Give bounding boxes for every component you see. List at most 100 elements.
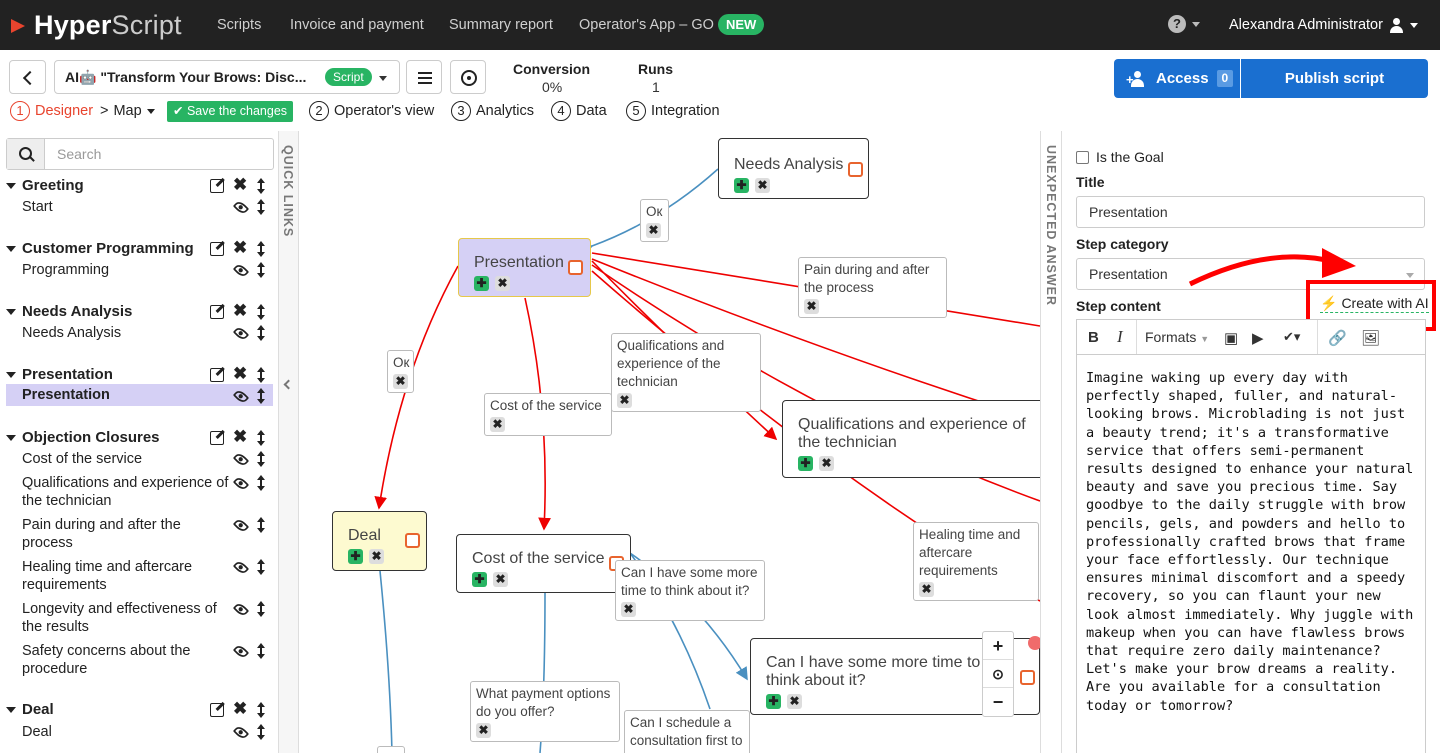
group-greeting[interactable]: Greeting [6, 177, 84, 194]
answer-label-ok[interactable]: Ок ✖ [387, 350, 414, 393]
eye-icon[interactable] [232, 643, 250, 660]
eye-icon[interactable] [232, 451, 250, 468]
script-map-canvas[interactable]: Needs Analysis ✚ ✖ Presentation ✚ ✖ Qual… [300, 131, 1040, 753]
answer-label[interactable] [377, 746, 405, 753]
center-target-button[interactable] [450, 60, 486, 94]
zoom-reset-button[interactable]: ⊙ [983, 660, 1013, 688]
bold-button[interactable]: B [1088, 329, 1099, 346]
node-presentation[interactable]: Presentation ✚ ✖ [458, 238, 591, 297]
add-icon[interactable]: ✚ [474, 276, 489, 291]
sidebar-item-pain[interactable]: Pain during and after the process [22, 516, 202, 552]
group-objection-closures[interactable]: Objection Closures [6, 429, 160, 446]
eye-icon[interactable] [232, 517, 250, 534]
zoom-in-button[interactable]: + [983, 632, 1013, 660]
delete-icon[interactable]: ✖ [393, 374, 408, 389]
delete-icon[interactable]: ✖ [646, 223, 661, 238]
eye-icon[interactable] [232, 262, 250, 279]
move-icon[interactable] [256, 325, 266, 341]
delete-icon[interactable]: ✖ [233, 239, 247, 257]
eye-icon[interactable] [232, 601, 250, 618]
move-icon[interactable] [256, 451, 266, 467]
delete-icon[interactable]: ✖ [476, 723, 491, 738]
logo[interactable]: HyperScript [10, 9, 182, 41]
search-input[interactable] [47, 140, 267, 168]
edit-icon[interactable] [210, 368, 224, 382]
add-icon[interactable]: ✚ [734, 178, 749, 193]
move-icon[interactable] [256, 388, 266, 404]
answer-label-payment[interactable]: What payment options do you offer? ✖ [470, 681, 620, 742]
tab-operators-view[interactable]: 2 Operator's view [309, 101, 434, 121]
publish-script-button[interactable]: Publish script [1241, 59, 1428, 98]
move-icon[interactable] [256, 178, 266, 194]
answer-label-qualifications[interactable]: Qualifications and experience of the tec… [611, 333, 761, 412]
is-goal-checkbox[interactable] [1076, 151, 1089, 164]
delete-icon[interactable]: ✖ [804, 299, 819, 314]
edit-icon[interactable] [210, 703, 224, 717]
sidebar-item-cost[interactable]: Cost of the service [22, 450, 234, 468]
edit-icon[interactable] [210, 305, 224, 319]
delete-icon[interactable]: ✖ [490, 417, 505, 432]
eye-icon[interactable] [232, 559, 250, 576]
move-icon[interactable] [256, 475, 266, 491]
node-deal[interactable]: Deal ✚ ✖ [332, 511, 427, 571]
delete-icon[interactable]: ✖ [369, 549, 384, 564]
sidebar-item-healing[interactable]: Healing time and aftercare requirements [22, 558, 217, 594]
image-icon[interactable]: ▣ [1224, 329, 1238, 347]
sidebar-item-needs-analysis[interactable]: Needs Analysis [22, 324, 234, 342]
media-icon[interactable]: ▶ [1252, 329, 1264, 347]
goal-toggle[interactable] [848, 162, 863, 177]
zoom-out-button[interactable]: − [983, 688, 1013, 716]
move-icon[interactable] [256, 724, 266, 740]
sidebar-item-safety[interactable]: Safety concerns about the procedure [22, 642, 217, 678]
goal-toggle[interactable] [1020, 670, 1035, 685]
help-menu[interactable]: ? [1168, 15, 1200, 33]
back-button[interactable] [9, 60, 46, 94]
answer-label-cost[interactable]: Cost of the service ✖ [484, 393, 612, 436]
delete-icon[interactable]: ✖ [755, 178, 770, 193]
tab-data[interactable]: 4 Data [551, 101, 607, 121]
move-icon[interactable] [256, 517, 266, 533]
move-icon[interactable] [256, 304, 266, 320]
search-icon[interactable] [7, 139, 45, 169]
delete-icon[interactable]: ✖ [787, 694, 802, 709]
sidebar-item-qualifications[interactable]: Qualifications and experience of the tec… [22, 474, 234, 510]
edit-icon[interactable] [210, 242, 224, 256]
save-changes-button[interactable]: ✔ Save the changes [167, 101, 294, 122]
sidebar-item-start[interactable]: Start [22, 198, 234, 216]
nav-operators-app[interactable]: Operator's App – GO [579, 17, 714, 33]
add-icon[interactable]: ✚ [348, 549, 363, 564]
move-icon[interactable] [256, 559, 266, 575]
spellcheck-icon[interactable]: ✔▾ [1283, 329, 1300, 345]
answer-label-schedule[interactable]: Can I schedule a consultation first to [624, 710, 750, 753]
unexpected-answer-panel[interactable]: UNEXPECTED ANSWER [1040, 131, 1062, 753]
move-icon[interactable] [256, 367, 266, 383]
delete-icon[interactable]: ✖ [617, 393, 632, 408]
node-qualifications[interactable]: Qualifications and experience of the tec… [782, 400, 1040, 478]
answer-label-pain[interactable]: Pain during and after the process ✖ [798, 257, 947, 318]
delete-icon[interactable]: ✖ [621, 602, 636, 617]
answer-label-healing[interactable]: Healing time and aftercare requirements … [913, 522, 1039, 601]
eye-icon[interactable] [232, 475, 250, 492]
tab-analytics[interactable]: 3 Analytics [451, 101, 534, 121]
delete-icon[interactable]: ✖ [233, 700, 247, 718]
script-selector[interactable]: AI🤖 "Transform Your Brows: Disc... Scrip… [54, 60, 400, 94]
answer-label-ok[interactable]: Ок ✖ [640, 199, 669, 242]
tab-designer[interactable]: 1 Designer [10, 101, 93, 121]
picture-icon[interactable]: 🖼 [1361, 329, 1380, 347]
sidebar-item-longevity[interactable]: Longevity and effectiveness of the resul… [22, 600, 234, 636]
delete-icon[interactable]: ✖ [819, 456, 834, 471]
delete-icon[interactable]: ✖ [495, 276, 510, 291]
access-button[interactable]: + Access 0 [1114, 59, 1240, 98]
add-icon[interactable]: ✚ [472, 572, 487, 587]
sidebar-item-deal[interactable]: Deal [22, 723, 234, 741]
delete-icon[interactable]: ✖ [233, 302, 247, 320]
move-icon[interactable] [256, 702, 266, 718]
tab-integration[interactable]: 5 Integration [626, 101, 720, 121]
italic-button[interactable]: I [1117, 327, 1123, 347]
add-icon[interactable]: ✚ [766, 694, 781, 709]
sidebar-item-programming[interactable]: Programming [22, 261, 234, 279]
nav-summary-report[interactable]: Summary report [449, 17, 553, 33]
move-icon[interactable] [256, 643, 266, 659]
delete-icon[interactable]: ✖ [233, 428, 247, 446]
move-icon[interactable] [256, 241, 266, 257]
